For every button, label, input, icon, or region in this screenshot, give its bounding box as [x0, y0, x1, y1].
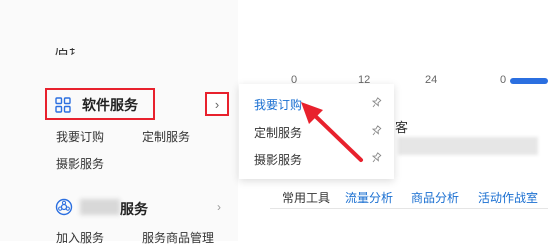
flower-icon — [55, 198, 73, 216]
blue-indicator — [510, 78, 548, 84]
chevron-right-icon: › — [214, 96, 220, 112]
tab-product-analysis[interactable]: 商品分析 — [411, 189, 459, 206]
sidebar-top-fragment-text: 店铺 — [55, 48, 75, 56]
redacted-block — [398, 137, 538, 155]
axis-tick-24: 24 — [425, 74, 438, 86]
section-title-services[interactable]: 服务 — [120, 199, 148, 219]
chevron-right-small-icon[interactable]: › — [217, 200, 221, 214]
pin-icon[interactable] — [370, 125, 382, 137]
link-photo-service[interactable]: 摄影服务 — [56, 155, 104, 172]
redacted-text — [80, 199, 120, 215]
link-join-service[interactable]: 加入服务 — [56, 229, 104, 246]
sidebar-top-fragment: 店铺 — [55, 48, 75, 56]
axis-tick-end: 0 — [500, 74, 507, 86]
tab-common-tools[interactable]: 常用工具 — [282, 189, 330, 206]
tab-traffic-analysis[interactable]: 流量分析 — [345, 189, 393, 206]
section-title-software-services[interactable]: 软件服务 — [82, 95, 138, 115]
annotation-arrow-icon — [301, 102, 363, 162]
tab-activity-room[interactable]: 活动作战室 — [478, 189, 538, 206]
pin-icon[interactable] — [370, 97, 382, 109]
link-service-product-manage[interactable]: 服务商品管理 — [142, 229, 214, 246]
pin-icon[interactable] — [370, 152, 382, 164]
link-order[interactable]: 我要订购 — [56, 128, 104, 145]
tabs-divider — [270, 208, 548, 209]
expand-button[interactable]: › — [205, 92, 229, 116]
right-fragment-text: 客 — [395, 120, 409, 135]
grid-icon — [55, 97, 71, 113]
link-custom-service[interactable]: 定制服务 — [142, 128, 190, 145]
